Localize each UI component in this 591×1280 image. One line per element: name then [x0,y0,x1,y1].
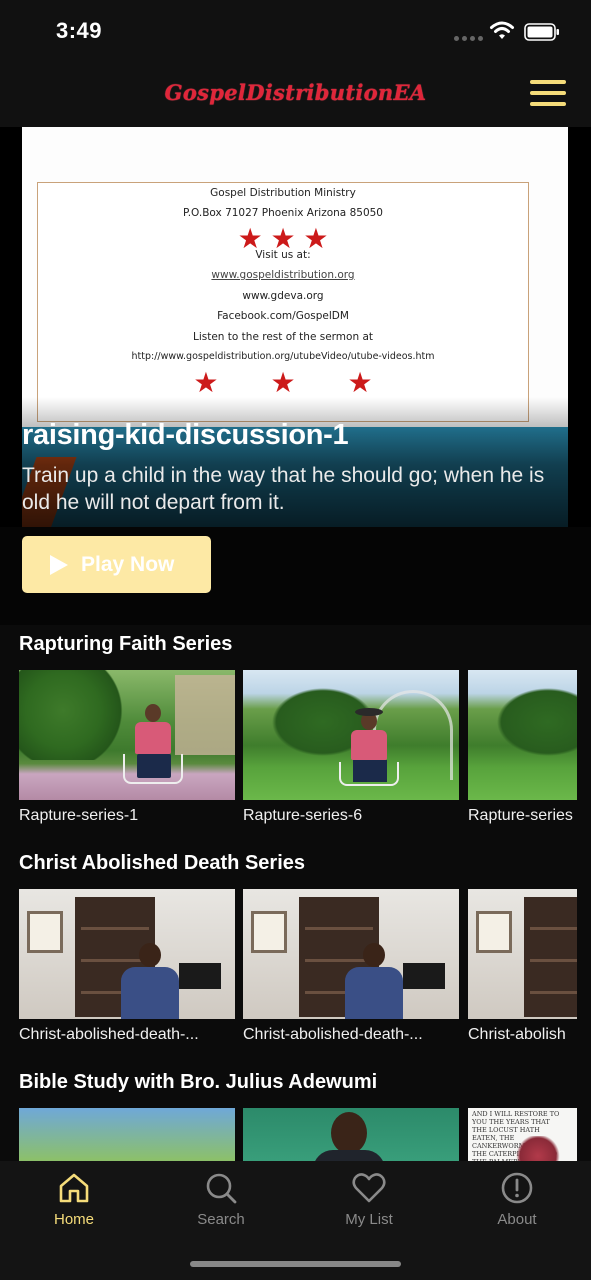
heart-icon [352,1173,386,1203]
video-tile[interactable]: AND I WILL RESTORE TO YOU THE YEARS THAT… [468,1108,577,1161]
video-title: Rapture-series-1 [19,807,139,824]
video-title: Christ-abolish [468,1026,566,1043]
wifi-icon [490,21,514,39]
stars-decoration: ★★★ [193,367,425,398]
section-title: Rapturing Faith Series [19,633,233,655]
home-indicator [190,1261,401,1267]
status-time: 3:49 [56,18,103,43]
signal-icon [454,36,483,41]
video-tile[interactable]: Christ-abolished-death-... [243,889,459,1044]
card-line: Facebook.com/GospelDM [217,310,349,322]
video-tile[interactable] [19,1108,235,1161]
tab-label: My List [345,1211,393,1228]
video-tile[interactable] [243,1108,459,1161]
home-icon [59,1173,89,1203]
video-thumbnail: AND I WILL RESTORE TO YOU THE YEARS THAT… [468,1108,577,1161]
card-line: Visit us at: [255,249,311,261]
video-row[interactable]: Rapture-series-1 Rapture-series-6 Raptur… [19,670,577,840]
section-title: Christ Abolished Death Series [19,852,305,874]
video-tile[interactable]: Rapture-series [468,670,577,825]
video-thumbnail [243,889,459,1019]
video-tile[interactable]: Rapture-series-1 [19,670,235,825]
tab-search[interactable]: Search [166,1171,276,1235]
video-thumbnail [19,889,235,1019]
tab-home[interactable]: Home [19,1171,129,1235]
hero-title: raising-kid-discussion-1 [22,419,349,451]
video-title: Christ-abolished-death-... [19,1026,199,1043]
hero-card: Gospel Distribution Ministry P.O.Box 710… [37,182,529,422]
video-thumbnail [19,670,235,800]
play-now-button[interactable]: Play Now [22,536,211,593]
app-title: GospelDistributionEA [164,80,427,105]
video-tile[interactable]: Christ-abolish [468,889,577,1044]
video-thumbnail [468,670,577,800]
tab-my-list[interactable]: My List [314,1171,424,1235]
card-line: http://www.gospeldistribution.org/utubeV… [131,351,435,362]
card-line: Gospel Distribution Ministry [210,187,356,199]
video-title: Rapture-series-6 [243,807,363,824]
video-title: Christ-abolished-death-... [243,1026,423,1043]
video-tile[interactable]: Rapture-series-6 [243,670,459,825]
video-row[interactable]: AND I WILL RESTORE TO YOU THE YEARS THAT… [19,1108,577,1161]
play-icon [50,554,68,575]
video-tile[interactable]: Christ-abolished-death-... [19,889,235,1044]
battery-icon [524,23,559,41]
info-icon [501,1172,533,1204]
bottom-tab-bar: Home Search My List About [0,1161,591,1280]
video-thumbnail [468,889,577,1019]
hero-description: Train up a child in the way that he shou… [22,464,545,514]
search-icon [206,1173,237,1204]
card-line: www.gospeldistribution.org [211,269,355,281]
hero-banner[interactable]: Gospel Distribution Ministry P.O.Box 710… [0,127,591,625]
video-thumbnail [243,670,459,800]
video-row[interactable]: Christ-abolished-death-... Christ-abolis… [19,889,577,1059]
card-line: P.O.Box 71027 Phoenix Arizona 85050 [183,207,383,219]
card-line: Listen to the rest of the sermon at [192,331,373,343]
tab-about[interactable]: About [462,1171,572,1235]
tab-label: Search [197,1211,245,1228]
play-now-label: Play Now [81,552,175,576]
video-title: Rapture-series [468,807,573,824]
section-title: Bible Study with Bro. Julius Adewumi [19,1071,378,1093]
card-line: www.gdeva.org [242,290,324,302]
app-header: GospelDistributionEA [0,64,591,127]
video-thumbnail [19,1108,235,1161]
status-bar: 3:49 [0,0,591,64]
content-list[interactable]: Rapturing Faith Series Rapture-series-1 [0,625,591,1161]
video-thumbnail [243,1108,459,1161]
tab-label: Home [53,1211,94,1228]
tab-label: About [497,1211,537,1228]
hamburger-menu-icon[interactable] [530,80,566,110]
